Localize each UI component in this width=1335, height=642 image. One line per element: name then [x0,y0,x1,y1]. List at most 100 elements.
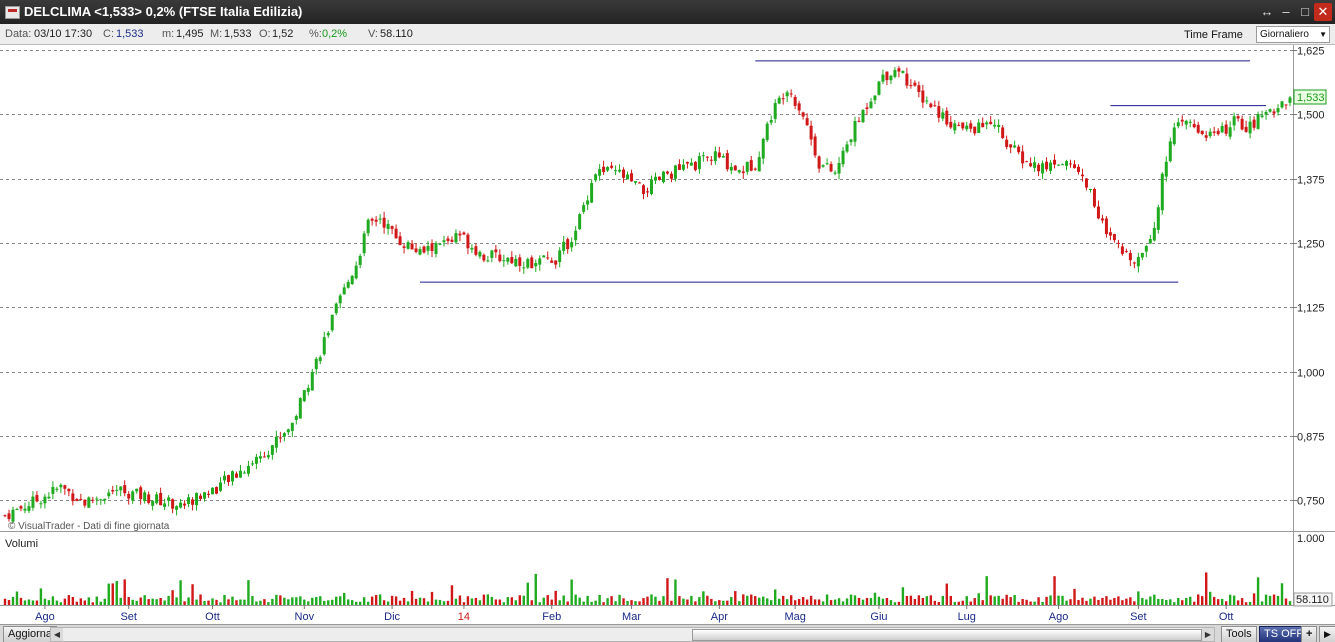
volume-bar [418,597,422,605]
candle-body [454,233,458,243]
volume-bar [51,596,55,605]
maximize-icon[interactable]: □ [1296,3,1314,21]
volume-bar [283,597,286,605]
volume-bar [1181,600,1184,605]
pct-value: 0,2% [322,28,348,40]
candle-body [1065,161,1069,166]
candle-body [1009,144,1013,148]
candle-body [382,217,386,228]
candle-body [294,416,298,420]
candle-body [542,255,546,258]
volume-bar [829,600,833,605]
candle-body [526,259,530,268]
volume-bar [762,596,765,605]
volume-bar [1105,596,1108,605]
candle-body [985,122,989,125]
volume-bar [897,601,901,605]
volume-bar [1057,595,1060,605]
volume-bar [1276,595,1280,605]
tools-button[interactable]: Tools [1221,626,1257,642]
volume-bar [215,599,218,605]
candle-body [1284,104,1288,106]
candle-body [1180,119,1184,122]
scrollbar-thumb[interactable] [692,629,1202,641]
volume-bar [462,602,466,605]
volume-bar [821,601,825,605]
volume-bar [853,595,857,605]
volume-bar [682,598,685,605]
candle-body [258,456,262,459]
scroll-left-icon[interactable]: ◀ [51,628,63,641]
candle-body [51,486,55,494]
volume-bar [159,598,162,605]
volume-bar [378,594,382,605]
scroll-right-icon[interactable]: ▶ [1202,628,1214,641]
volume-bar [734,591,737,605]
candle-body [921,90,925,103]
candle-body [386,223,390,229]
volume-bar [742,594,745,605]
candle-body [510,257,514,264]
volume-bar [945,583,949,605]
candle-body [282,433,286,437]
candle-body [274,436,278,448]
candle-body [1045,161,1049,170]
volume-bar [1141,597,1144,605]
volume-bar [1256,577,1260,605]
volume-bar [75,601,79,605]
candle-body [578,214,582,230]
scroll-end-icon[interactable]: ▶ [1319,626,1335,642]
volume-bar [1053,576,1056,605]
volume-bar [698,597,701,605]
candle-body [151,500,155,506]
timeframe-select[interactable]: Giornaliero ▼ [1256,26,1330,43]
candle-body [785,92,789,97]
volume-bar [1041,601,1044,605]
volume-bar [1125,598,1128,605]
volume-bar [370,596,374,605]
candle-body [1212,131,1216,133]
candle-body [1244,126,1248,132]
candle-body [1148,239,1152,244]
pin-icon[interactable]: ↔ [1258,3,1276,21]
volume-bar [885,598,889,605]
chart-area[interactable]: 1,625 1,500 1,375 1,250 1,125 1,000 0,875 0,750… [0,45,1335,624]
volume-bar [87,597,91,605]
open-value: 1,52 [272,28,294,40]
volume-bar [1149,596,1152,605]
volume-bar [714,601,717,605]
volume-bar [346,599,350,605]
add-button[interactable]: + [1301,626,1318,642]
candle-body [741,171,745,174]
candle-body [87,497,91,508]
volume-bar [837,598,841,605]
volume-bar [1161,599,1164,605]
volume-bar [594,600,597,605]
candle-body [175,506,179,510]
refresh-button[interactable]: Aggiorna [3,626,58,642]
candle-body [394,228,398,239]
volume-bar [231,596,234,605]
volume-bar [343,592,346,605]
candle-body [502,260,506,262]
volume-bar [203,601,206,605]
volume-bar [654,596,657,605]
volume-bar [750,594,753,605]
minimize-icon[interactable]: – [1277,3,1295,21]
candle-body [19,506,23,509]
volume-bar [299,596,302,605]
close-icon[interactable]: ✕ [1314,3,1332,21]
volume-bar [315,596,318,605]
volume-bar [1264,594,1268,605]
candle-body [91,499,95,501]
volume-bar [809,595,813,605]
volume-bar [1005,594,1008,605]
candle-body [721,156,725,158]
volume-bar [985,576,988,605]
x-axis-label: Feb [542,611,561,623]
volume-bar [107,583,110,605]
volume-bar [662,596,665,605]
volume-bar [95,596,98,605]
volume-bar [1177,598,1180,605]
horizontal-scrollbar[interactable]: ◀ ▶ [50,627,1215,642]
